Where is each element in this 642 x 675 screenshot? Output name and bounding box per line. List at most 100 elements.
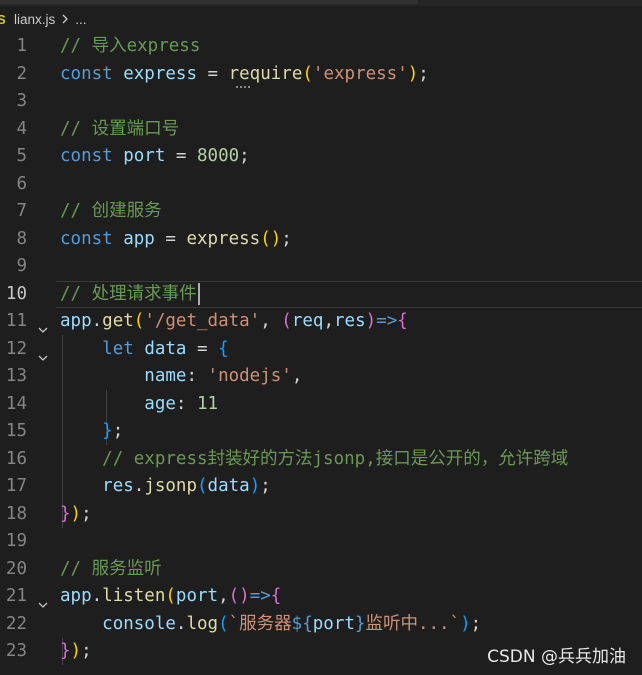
code-token: ) [249, 476, 261, 496]
fold-chevron-icon[interactable] [37, 345, 49, 361]
code-line[interactable]: 14 age: 11 [0, 391, 642, 419]
line-number: 17 [5, 476, 27, 496]
code-token: , [323, 311, 334, 331]
code-token: . [91, 586, 103, 606]
code-line[interactable]: 18}); [0, 501, 642, 529]
code-token: => [249, 586, 271, 606]
code-token: ( [197, 476, 208, 496]
code-line[interactable]: 3 [0, 88, 642, 116]
code-line[interactable]: 5 const port = 8000; [0, 143, 642, 171]
code-token: ; [470, 613, 482, 634]
code-line[interactable]: 8 const app = express(); [0, 226, 642, 254]
code-token: ; [260, 476, 271, 496]
code-text: // 处理请求事件 [60, 281, 200, 309]
code-token: app [123, 228, 155, 249]
code-token: let [102, 338, 134, 359]
code-token: name [144, 366, 187, 386]
code-line[interactable]: 21 app.listen(port,()=>{ [0, 583, 642, 611]
code-line[interactable]: 4 // 设置端口号 [0, 116, 642, 144]
breadcrumb: S lianx.js ... [0, 6, 642, 32]
code-token: 'express' [312, 63, 408, 84]
code-text: // 服务监听 [60, 556, 162, 584]
code-line[interactable]: 13 name: 'nodejs', [0, 363, 642, 391]
line-number: 14 [5, 393, 27, 414]
code-line[interactable]: 7 // 创建服务 [0, 198, 642, 226]
chevron-right-icon [57, 11, 73, 27]
code-line[interactable]: 10 // 处理请求事件 [0, 280, 642, 309]
code-line[interactable]: 20 // 服务监听 [0, 556, 642, 584]
hint-squiggle[interactable] [236, 83, 250, 88]
code-token: } [354, 613, 366, 634]
code-token: 11 [196, 393, 219, 414]
code-line[interactable]: 16 // express封装好的方法jsonp,接口是公开的，允许跨域 [0, 446, 642, 474]
code-line[interactable]: 15 }; [0, 418, 642, 446]
line-number: 12 [5, 338, 27, 359]
code-text: app.get('/get_data', (req,res)=>{ [60, 308, 408, 336]
code-token: ) [70, 641, 82, 661]
code-token: ( [281, 311, 292, 331]
code-token: = [186, 338, 219, 359]
code-token: ( [302, 63, 313, 84]
code-token: res [334, 311, 366, 331]
code-text: // express封装好的方法jsonp,接口是公开的，允许跨域 [60, 446, 568, 474]
line-number: 18 [5, 503, 27, 524]
code-token: . [175, 613, 187, 634]
code-token: age [144, 393, 176, 414]
code-token: ${ [291, 613, 313, 634]
breadcrumb-symbol[interactable]: ... [75, 12, 86, 27]
line-number: 22 [5, 613, 27, 634]
code-text: app.listen(port,()=>{ [60, 583, 281, 611]
code-line[interactable]: 6 [0, 171, 642, 199]
code-token: // 导入express [60, 36, 201, 56]
code-line[interactable]: 19 [0, 528, 642, 556]
code-line[interactable]: 9 [0, 253, 642, 281]
code-line[interactable]: 1 // 导入express [0, 33, 642, 61]
code-token: ; [112, 421, 124, 441]
fold-chevron-icon[interactable] [37, 592, 49, 608]
code-token: ( [165, 586, 176, 606]
code-token: app [60, 311, 92, 331]
breadcrumb-filename[interactable]: lianx.js [14, 12, 55, 27]
code-text: }; [60, 418, 123, 446]
code-line[interactable]: 2 const express = require('express'); [0, 61, 642, 89]
line-number: 23 [5, 641, 27, 661]
line-number: 5 [16, 146, 27, 166]
line-number: 3 [16, 91, 27, 111]
code-line[interactable]: 17 res.jsonp(data); [0, 473, 642, 501]
code-token: app [60, 586, 92, 606]
code-token: . [133, 476, 145, 496]
line-number: 15 [5, 421, 27, 441]
code-line[interactable]: 12 let data = { [0, 336, 642, 364]
code-token: () [260, 228, 282, 249]
line-number: 1 [16, 36, 27, 56]
code-token: data [207, 476, 250, 496]
code-token: 监听中...` [365, 613, 461, 634]
code-text: let data = { [60, 336, 228, 364]
line-number: 4 [16, 118, 27, 139]
watermark: CSDN @兵兵加油 [487, 647, 626, 667]
code-token: : [175, 393, 197, 414]
text-cursor [197, 282, 200, 305]
line-number: 2 [16, 63, 27, 84]
line-number: 16 [5, 448, 27, 469]
code-token: ; [281, 228, 292, 249]
code-token: { [397, 311, 408, 331]
code-token: port [312, 613, 355, 634]
code-token: ; [418, 63, 429, 84]
code-token: log [186, 613, 219, 634]
fold-chevron-icon[interactable] [37, 317, 49, 333]
code-line[interactable]: 11 app.get('/get_data', (req,res)=>{ [0, 308, 642, 336]
line-number: 7 [16, 201, 27, 221]
code-text: console.log(`服务器${port}监听中...`); [60, 611, 481, 639]
code-editor[interactable]: 1 // 导入express 2 const express = require('e… [0, 33, 642, 666]
code-token: , [218, 586, 229, 606]
code-line[interactable]: 22 console.log(`服务器${port}监听中...`); [0, 611, 642, 639]
code-token: } [60, 503, 71, 524]
code-token: ; [81, 503, 92, 524]
line-number: 19 [5, 531, 27, 551]
